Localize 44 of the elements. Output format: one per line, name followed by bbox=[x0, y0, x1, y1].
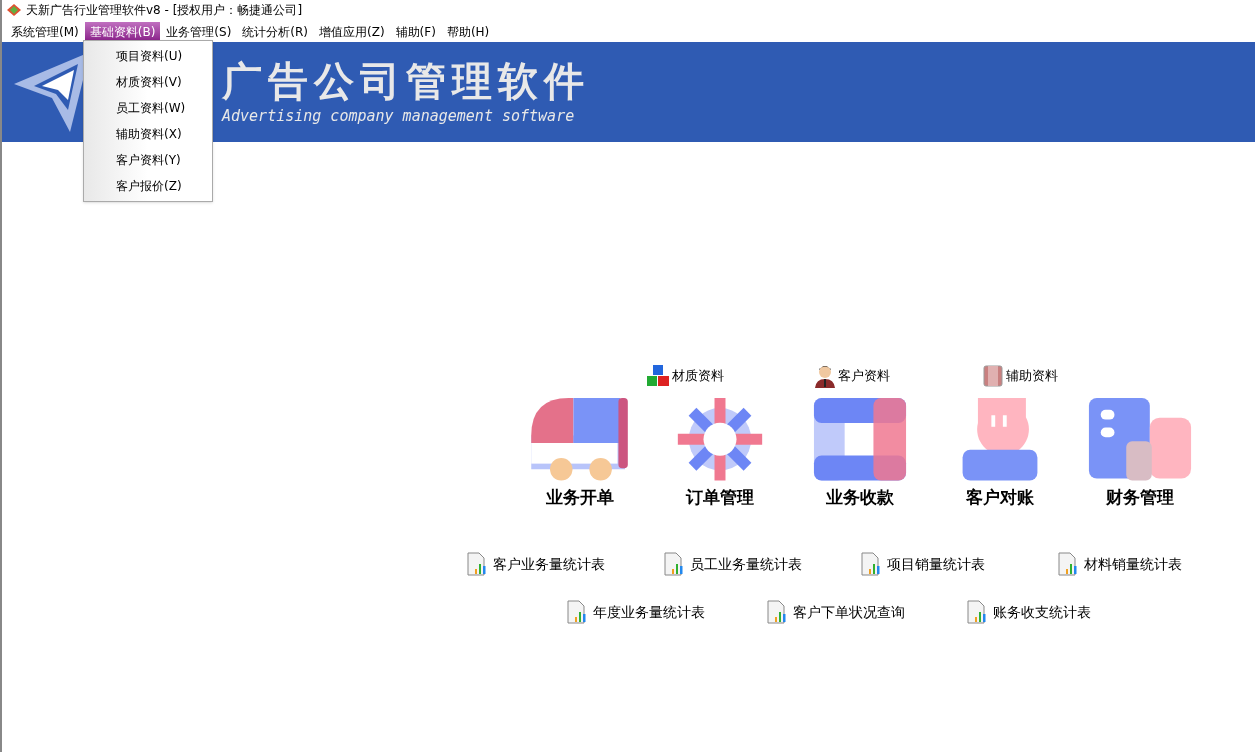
report-link[interactable]: 账务收支统计表 bbox=[967, 600, 1167, 624]
module-button[interactable]: 客户对账 bbox=[930, 398, 1070, 510]
dropdown-item[interactable]: 客户资料(Y) bbox=[84, 147, 212, 173]
app-logo-icon bbox=[6, 3, 22, 17]
dropdown-item[interactable]: 辅助资料(X) bbox=[84, 121, 212, 147]
quick-link[interactable]: 辅助资料 bbox=[982, 364, 1070, 388]
dropdown-item[interactable]: 员工资料(W) bbox=[84, 95, 212, 121]
person-icon bbox=[961, 398, 1039, 481]
chart-document-icon bbox=[467, 552, 489, 576]
menu-item[interactable]: 统计分析(R) bbox=[237, 22, 313, 41]
chart-document-icon bbox=[567, 600, 589, 624]
report-link[interactable]: 年度业务量统计表 bbox=[567, 600, 767, 624]
report-link[interactable]: 项目销量统计表 bbox=[861, 552, 1058, 576]
menu-item[interactable]: 业务管理(S) bbox=[161, 22, 237, 41]
module-button[interactable]: 业务开单 bbox=[510, 398, 650, 510]
chart-document-icon bbox=[967, 600, 989, 624]
banner-title: 广告公司管理软件 bbox=[222, 56, 590, 105]
report-link[interactable]: 材料销量统计表 bbox=[1058, 552, 1255, 576]
menu-item[interactable]: 增值应用(Z) bbox=[314, 22, 390, 41]
module-button[interactable]: 订单管理 bbox=[650, 398, 790, 510]
report-link[interactable]: 员工业务量统计表 bbox=[664, 552, 861, 576]
chart-document-icon bbox=[1058, 552, 1080, 576]
module-button[interactable]: 财务管理 bbox=[1070, 398, 1210, 510]
chart-document-icon bbox=[767, 600, 789, 624]
dropdown-item[interactable]: 材质资料(V) bbox=[84, 69, 212, 95]
person-icon bbox=[814, 364, 836, 388]
dropdown-item[interactable]: 项目资料(U) bbox=[84, 43, 212, 69]
blocks-icon bbox=[646, 364, 670, 388]
book-icon bbox=[982, 364, 1004, 388]
report-link[interactable]: 客户下单状况查询 bbox=[767, 600, 967, 624]
chart-document-icon bbox=[861, 552, 883, 576]
menu-item[interactable]: 帮助(H) bbox=[441, 22, 495, 41]
dropdown-item[interactable]: 客户报价(Z) bbox=[84, 173, 212, 199]
module-button[interactable]: 业务收款 bbox=[790, 398, 930, 510]
building-icon bbox=[1088, 398, 1192, 481]
frame-icon bbox=[812, 398, 908, 481]
menu-item[interactable]: 系统管理(M) bbox=[6, 22, 84, 41]
quick-link[interactable]: 客户资料 bbox=[814, 364, 902, 388]
report-link[interactable]: 客户业务量统计表 bbox=[467, 552, 664, 576]
chart-document-icon bbox=[664, 552, 686, 576]
banner-subtitle: Advertising company management software bbox=[222, 105, 576, 127]
quick-link[interactable]: 材质资料 bbox=[646, 364, 734, 388]
window-title: 天新广告行业管理软件v8 - [授权用户：畅捷通公司] bbox=[26, 2, 303, 19]
menu-item[interactable]: 辅助(F) bbox=[390, 22, 441, 41]
